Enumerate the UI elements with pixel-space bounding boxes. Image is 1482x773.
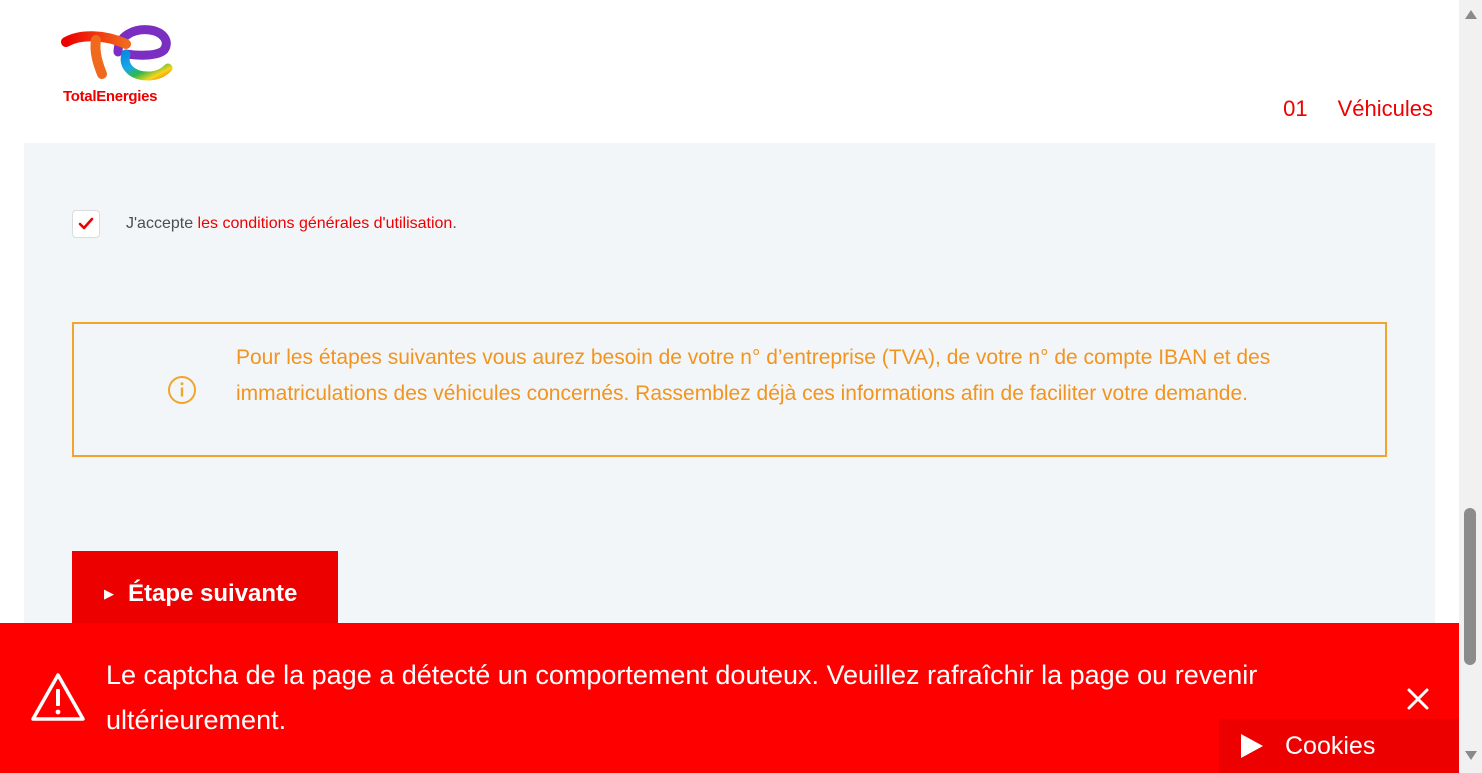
close-icon[interactable] [1404, 685, 1432, 713]
totalenergies-logo[interactable]: TotalEnergies [60, 22, 180, 108]
play-icon [1241, 734, 1263, 758]
cookies-label: Cookies [1285, 731, 1376, 760]
info-box: Pour les étapes suivantes vous aurez bes… [72, 322, 1387, 457]
next-step-label: Étape suivante [128, 580, 298, 607]
step-label: Véhicules [1337, 96, 1433, 121]
scrollbar[interactable] [1459, 0, 1482, 773]
warning-icon [31, 673, 85, 721]
scroll-down-icon[interactable] [1465, 751, 1477, 760]
info-icon [168, 376, 196, 404]
logo-text: TotalEnergies [63, 88, 158, 105]
header: TotalEnergies 01 Véhicules [0, 0, 1459, 143]
play-arrow-icon: ▶ [104, 586, 114, 601]
terms-label: J'accepte les conditions générales d'uti… [126, 215, 457, 233]
terms-link[interactable]: les conditions générales d'utilisation [198, 215, 453, 232]
scrollbar-thumb[interactable] [1464, 508, 1476, 665]
terms-suffix: . [452, 215, 457, 232]
cookies-button[interactable]: Cookies [1219, 719, 1459, 773]
terms-row: J'accepte les conditions générales d'uti… [72, 210, 457, 238]
logo-mark-icon [61, 25, 173, 81]
scroll-up-icon[interactable] [1465, 10, 1477, 19]
terms-prefix: J'accepte [126, 215, 198, 232]
alert-message: Le captcha de la page a détecté un compo… [106, 660, 1258, 735]
step-nav: 01 Véhicules [1283, 96, 1433, 122]
terms-checkbox[interactable] [72, 210, 100, 238]
checkmark-icon [78, 217, 94, 230]
info-text: Pour les étapes suivantes vous aurez bes… [236, 346, 1271, 405]
step-number: 01 [1283, 96, 1308, 121]
